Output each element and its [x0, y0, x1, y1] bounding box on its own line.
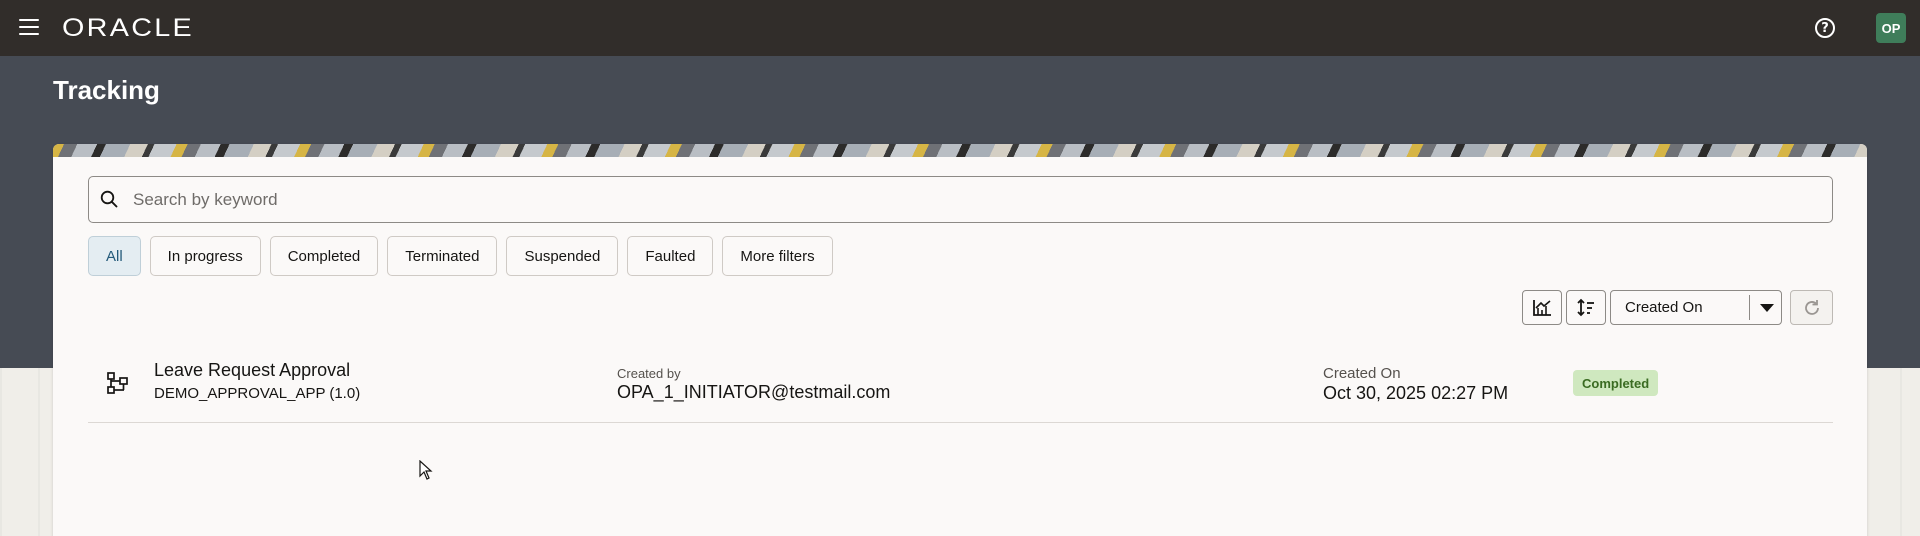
search-input[interactable]: [133, 177, 1813, 222]
filter-in-progress[interactable]: In progress: [149, 236, 261, 276]
help-icon[interactable]: ?: [1815, 18, 1835, 38]
created-on-label: Created On: [1323, 365, 1401, 382]
select-divider: [1749, 295, 1750, 320]
filter-all[interactable]: All: [88, 236, 141, 276]
top-navigation-bar: ORACLE ? OP: [0, 0, 1920, 56]
process-application: DEMO_APPROVAL_APP (1.0): [154, 385, 361, 402]
chart-view-button[interactable]: [1522, 290, 1562, 325]
refresh-icon: [1804, 299, 1819, 315]
chevron-down-icon: [1760, 303, 1774, 312]
search-box[interactable]: [88, 176, 1833, 223]
process-title[interactable]: Leave Request Approval: [154, 360, 350, 381]
tracking-result-row[interactable]: Leave Request Approval DEMO_APPROVAL_APP…: [88, 344, 1833, 423]
process-flow-icon: [107, 372, 128, 394]
status-badge: Completed: [1573, 370, 1659, 396]
page-title: Tracking: [53, 75, 160, 105]
sort-icon: [1577, 298, 1594, 316]
user-avatar[interactable]: OP: [1876, 13, 1906, 43]
filter-faulted[interactable]: Faulted: [627, 236, 714, 276]
created-by-label: Created by: [617, 366, 681, 381]
search-icon: [100, 190, 118, 208]
created-by-value: OPA_1_INITIATOR@testmail.com: [617, 382, 891, 402]
created-on-value: Oct 30, 2025 02:27 PM: [1323, 383, 1509, 403]
status-filter-bar: All In progress Completed Terminated Sus…: [88, 236, 833, 276]
refresh-button[interactable]: [1790, 290, 1833, 325]
chart-icon: [1533, 299, 1551, 316]
filter-suspended[interactable]: Suspended: [506, 236, 619, 276]
mouse-pointer-icon: [419, 460, 433, 480]
tracking-card: All In progress Completed Terminated Sus…: [53, 144, 1867, 536]
sort-by-value: Created On: [1625, 299, 1703, 316]
more-filters-button[interactable]: More filters: [722, 236, 833, 276]
sort-by-select[interactable]: Created On: [1610, 290, 1782, 325]
filter-terminated[interactable]: Terminated: [387, 236, 498, 276]
sort-direction-button[interactable]: [1566, 290, 1606, 325]
filter-completed[interactable]: Completed: [269, 236, 379, 276]
card-banner-decoration: [53, 144, 1867, 157]
hamburger-menu-icon[interactable]: [19, 19, 39, 35]
oracle-logo[interactable]: ORACLE: [62, 14, 194, 43]
